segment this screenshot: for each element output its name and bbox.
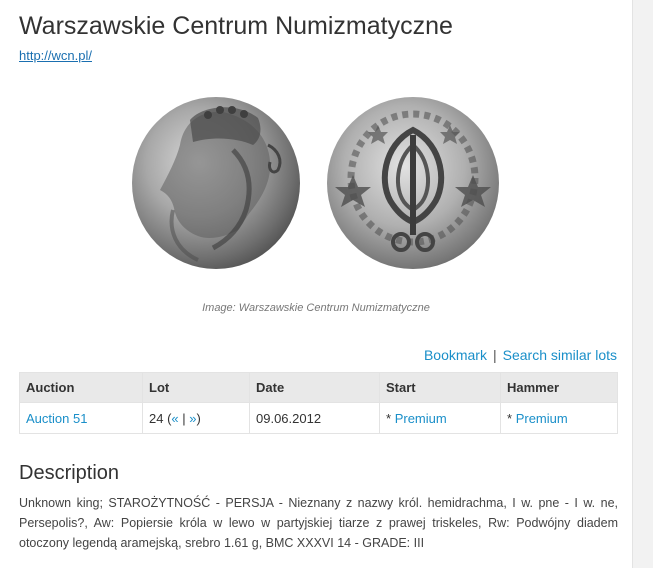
search-similar-link[interactable]: Search similar lots — [503, 347, 617, 363]
description-heading: Description — [19, 462, 120, 484]
lot-cell: 24 (« | ») — [142, 402, 250, 434]
lot-panel: Warszawskie Centrum Numizmatyczne http:/… — [0, 0, 633, 568]
start-prefix: * — [386, 410, 392, 426]
table-header-row: Auction Lot Date Start Hammer — [19, 372, 618, 403]
col-hammer: Hammer — [500, 372, 618, 403]
auction-table: Auction Lot Date Start Hammer Auction 51… — [19, 372, 618, 434]
coin-reverse-icon — [327, 97, 499, 269]
col-date: Date — [249, 372, 380, 403]
actions-separator: | — [492, 347, 497, 363]
hammer-premium-link[interactable]: Premium — [516, 411, 568, 426]
col-lot: Lot — [142, 372, 250, 403]
lot-nav-separator: | — [182, 410, 186, 426]
prev-lot-link[interactable]: « — [171, 411, 178, 426]
auction-house-link[interactable]: http://wcn.pl/ — [19, 48, 92, 63]
lot-actions: Bookmark | Search similar lots — [424, 347, 617, 363]
auction-link[interactable]: Auction 51 — [26, 411, 87, 426]
start-premium-link[interactable]: Premium — [395, 411, 447, 426]
hammer-prefix: * — [507, 410, 513, 426]
col-start: Start — [379, 372, 501, 403]
hammer-cell: * Premium — [500, 402, 618, 434]
image-caption: Image: Warszawskie Centrum Numizmatyczne — [202, 302, 430, 314]
bookmark-link[interactable]: Bookmark — [424, 347, 487, 363]
coin-image[interactable] — [128, 90, 508, 275]
coin-obverse-icon — [132, 97, 300, 269]
page-title: Warszawskie Centrum Numizmatyczne — [19, 12, 453, 40]
lot-number: 24 — [149, 410, 164, 426]
start-cell: * Premium — [379, 402, 501, 434]
table-row: Auction 51 24 (« | ») 09.06.2012 * Premi… — [19, 402, 618, 434]
next-lot-link[interactable]: » — [189, 411, 196, 426]
col-auction: Auction — [19, 372, 143, 403]
auction-cell: Auction 51 — [19, 402, 143, 434]
description-text: Unknown king; STAROŻYTNOŚĆ - PERSJA - Ni… — [19, 496, 618, 550]
date-cell: 09.06.2012 — [249, 402, 380, 434]
